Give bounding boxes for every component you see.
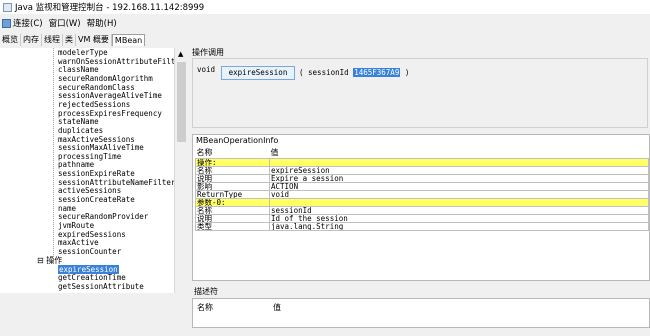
table-row: 名称 expireSession	[195, 166, 649, 175]
table-row: ReturnType void	[195, 190, 649, 199]
tab-mbean[interactable]: MBean	[111, 34, 146, 46]
mbean-tree: modelerType warnOnSessionAttributeFilte cl…	[0, 48, 174, 293]
cell-name: 名称	[195, 206, 270, 215]
cell-name: 类型	[195, 222, 270, 231]
tree-operation-label: getCreationTime	[58, 273, 126, 283]
cell-value	[269, 158, 649, 167]
main-tabs: 概览 内存 线程 类 VM 概要 MBean	[0, 34, 146, 46]
window-titlebar: Java 监视和管理控制台 - 192.168.11.142:8999	[0, 0, 650, 14]
menu-window[interactable]: 窗口(W)	[49, 17, 81, 29]
descriptor-title: 描述符	[194, 287, 218, 296]
tree-attribute-item[interactable]: sessionAttributeNameFilter	[58, 178, 174, 187]
tree-attribute-item[interactable]: secureRandomProvider	[58, 212, 148, 221]
java-app-icon	[3, 2, 12, 12]
window-title: Java 监视和管理控制台 - 192.168.11.142:8999	[15, 3, 205, 13]
column-header-value: 值	[270, 148, 279, 157]
expire-session-button[interactable]: expireSession	[221, 66, 295, 80]
tree-attribute-item[interactable]: maxActive	[58, 238, 99, 247]
cell-name: ReturnType	[195, 190, 270, 199]
table-row: 参数-0:	[195, 198, 649, 207]
tree-attribute-item[interactable]: secureRandomAlgorithm	[58, 74, 153, 83]
operation-info-title: MBeanOperationInfo	[196, 136, 279, 145]
table-row: 名称 sessionId	[195, 206, 649, 215]
tab-threads[interactable]: 线程	[42, 34, 63, 46]
cell-value	[269, 198, 649, 207]
tree-attribute-item[interactable]: duplicates	[58, 126, 103, 135]
scroll-up-icon[interactable]: ▲	[178, 50, 183, 58]
table-row: 说明 Expire a session	[195, 174, 649, 183]
menu-connect[interactable]: 连接(C)	[13, 17, 43, 29]
app-menu-icon[interactable]	[2, 18, 11, 28]
operation-info-box: MBeanOperationInfo 名称 值 操作: 名称 expireSessi…	[192, 134, 650, 281]
tab-overview[interactable]: 概览	[0, 34, 21, 46]
tree-operation-item[interactable]: expireSession	[58, 264, 119, 274]
tab-vm-summary[interactable]: VM 概要	[76, 34, 112, 46]
parameter-signature: ( sessionId 1465F367A9 )	[299, 68, 409, 77]
tree-attribute-item[interactable]: maxActiveSessions	[58, 135, 135, 144]
tab-classes[interactable]: 类	[63, 34, 76, 46]
tree-operation-label: expireSession	[58, 264, 119, 274]
table-row: 影响 ACTION	[195, 182, 649, 191]
cell-value: java.lang.String	[269, 222, 649, 231]
tree-attribute-item[interactable]: className	[58, 65, 99, 74]
tree-attribute-item[interactable]: stateName	[58, 117, 99, 126]
tree-folder-label: 操作	[46, 255, 63, 265]
return-type: void	[197, 65, 216, 74]
tab-memory[interactable]: 内存	[21, 34, 42, 46]
table-header-row: 名称 值	[196, 147, 649, 159]
tree-operation-label: getSessionAttribute	[58, 281, 144, 291]
tree-attribute-item[interactable]: sessionMaxAliveTime	[58, 143, 144, 152]
tree-connector-line	[53, 48, 54, 263]
descriptor-header-value: 值	[273, 303, 281, 312]
session-id-input[interactable]: 1465F367A9	[353, 68, 401, 77]
tree-attribute-item[interactable]: expiredSessions	[58, 230, 126, 239]
operation-info-table: 名称 值 操作: 名称 expireSession 说明 Expire a sessio…	[195, 147, 649, 231]
cell-name: 名称	[195, 166, 270, 175]
tree-attribute-item[interactable]: jvmRoute	[58, 221, 94, 230]
tree-attribute-item[interactable]: warnOnSessionAttributeFilte	[58, 57, 174, 66]
tree-attribute-item[interactable]: processingTime	[58, 152, 121, 161]
cell-value: ACTION	[269, 182, 649, 191]
collapse-icon[interactable]: ⊟	[37, 256, 46, 265]
tree-operation-item[interactable]: getCreationTime	[58, 273, 126, 282]
menu-bar: 连接(C) 窗口(W) 帮助(H)	[0, 16, 650, 30]
descriptor-section: 描述符 名称 值	[192, 286, 650, 336]
cell-name: 参数-0:	[195, 198, 270, 207]
operation-panel: 操作调用 void expireSession ( sessionId 1465…	[190, 46, 650, 328]
tree-scrollbar[interactable]: ▲	[174, 48, 188, 293]
param-open: ( sessionId	[299, 68, 349, 77]
table-row: 类型 java.lang.String	[195, 222, 649, 231]
cell-value: Id of the session	[269, 214, 649, 223]
cell-name: 说明	[195, 174, 270, 183]
cell-name: 影响	[195, 182, 270, 191]
tree-attribute-item[interactable]: sessionExpireRate	[58, 169, 135, 178]
tree-attribute-item[interactable]: secureRandomClass	[58, 83, 135, 92]
tree-attribute-item[interactable]: activeSessions	[58, 186, 121, 195]
table-row: 操作:	[195, 158, 649, 167]
tree-attribute-item[interactable]: sessionAverageAliveTime	[58, 91, 162, 100]
operation-invocation-box: void expireSession ( sessionId 1465F367A…	[192, 58, 648, 128]
column-header-name: 名称	[196, 148, 213, 157]
tree-attribute-item[interactable]: sessionCounter	[58, 247, 121, 256]
tree-attribute-item[interactable]: name	[58, 204, 76, 213]
cell-value: sessionId	[269, 206, 649, 215]
cell-value: Expire a session	[269, 174, 649, 183]
operation-invocation-title: 操作调用	[192, 48, 224, 57]
tree-attribute-item[interactable]: rejectedSessions	[58, 100, 130, 109]
descriptor-table: 名称 值	[192, 298, 650, 328]
cell-name: 操作:	[195, 158, 270, 167]
tree-attribute-item[interactable]: processExpiresFrequency	[58, 109, 162, 118]
tree-attribute-item[interactable]: sessionCreateRate	[58, 195, 135, 204]
tree-attribute-item[interactable]: pathname	[58, 160, 94, 169]
param-close: )	[404, 68, 410, 77]
table-row: 说明 Id of the session	[195, 214, 649, 223]
tree-operation-item[interactable]: getSessionAttribute	[58, 282, 144, 291]
tree-attribute-item[interactable]: modelerType	[58, 48, 108, 57]
descriptor-header-name: 名称	[197, 303, 213, 312]
menu-help[interactable]: 帮助(H)	[87, 17, 117, 29]
cell-value: void	[269, 190, 649, 199]
cell-value: expireSession	[269, 166, 649, 175]
cell-name: 说明	[195, 214, 270, 223]
scrollbar-thumb[interactable]	[177, 62, 186, 142]
